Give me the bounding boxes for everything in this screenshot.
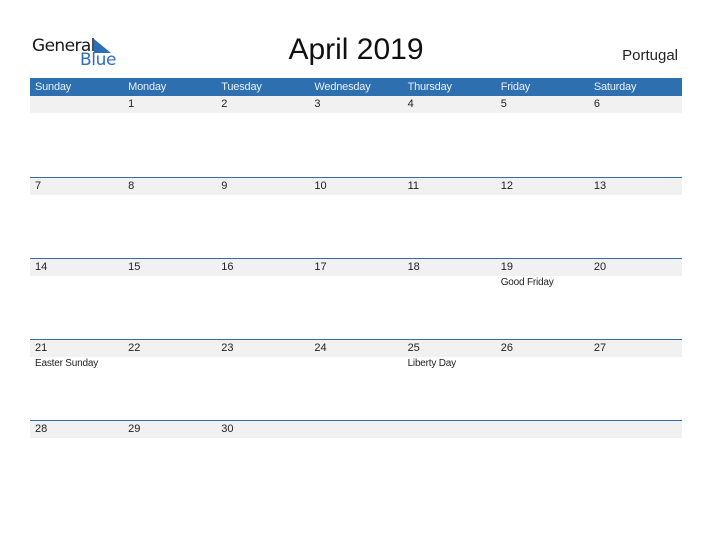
day-number: 11 — [407, 180, 419, 192]
holiday-label — [123, 276, 216, 290]
week-row: 1 2 3 4 5 6 — [30, 96, 682, 177]
holiday-label — [496, 357, 589, 371]
week-row: 7 8 9 10 11 12 13 — [30, 177, 682, 258]
event-band: Easter Sunday Liberty Day — [30, 357, 682, 371]
day-number: 21 — [35, 342, 48, 354]
day-number: 13 — [593, 180, 607, 192]
day-number: 2 — [221, 98, 228, 110]
week-row: 14 15 16 17 18 19 20 Good Friday — [30, 258, 682, 339]
date-band: 21 22 23 24 25 26 27 — [30, 340, 682, 357]
holiday-label — [123, 357, 216, 371]
day-number — [309, 421, 402, 438]
day-number: 18 — [407, 261, 420, 273]
week-row: 21 22 23 24 25 26 27 Easter Sunday Liberty Day — [30, 339, 682, 420]
day-number — [589, 421, 682, 438]
day-number: 4 — [407, 98, 414, 110]
country-label: Portugal — [622, 47, 678, 64]
day-number: 24 — [314, 342, 327, 354]
holiday-label — [589, 276, 682, 290]
weeks-container: 1 2 3 4 5 6 7 8 9 10 11 12 13 14 15 16 17 18 19 20 Good Frid… — [30, 96, 682, 501]
holiday-label — [589, 357, 682, 371]
day-number: 25 — [407, 342, 420, 354]
weekday-thursday: Thursday — [407, 81, 452, 93]
weekday-friday: Friday — [500, 81, 531, 93]
day-number: 28 — [35, 423, 48, 435]
week-row: 28 29 30 — [30, 420, 682, 501]
day-number: 27 — [593, 342, 607, 354]
weekday-sunday: Sunday — [35, 81, 72, 93]
day-number — [496, 421, 589, 438]
weekday-tuesday: Tuesday — [221, 81, 262, 93]
calendar-title: April 2019 — [288, 33, 424, 66]
day-number: 26 — [500, 342, 513, 354]
date-band: 14 15 16 17 18 19 20 — [30, 259, 682, 276]
holiday-label — [309, 276, 402, 290]
weekday-header: Sunday Monday Tuesday Wednesday Thursday… — [30, 78, 682, 96]
day-number: 29 — [128, 423, 141, 435]
day-number: 22 — [128, 342, 141, 354]
holiday-label — [403, 276, 496, 290]
day-number: 19 — [500, 261, 513, 273]
day-number: 17 — [314, 261, 327, 273]
day-number — [30, 96, 123, 113]
day-number: 20 — [593, 261, 607, 273]
day-number: 5 — [500, 98, 507, 110]
day-number: 1 — [128, 98, 135, 110]
day-number — [403, 421, 496, 438]
day-number: 8 — [128, 180, 135, 192]
date-band: 7 8 9 10 11 12 13 — [30, 178, 682, 195]
day-number: 15 — [128, 261, 141, 273]
holiday-label — [309, 357, 402, 371]
date-band: 28 29 30 — [30, 421, 682, 438]
day-number: 16 — [221, 261, 234, 273]
weekday-monday: Monday — [128, 81, 167, 93]
day-number: 6 — [593, 98, 600, 110]
day-number: 7 — [35, 180, 42, 192]
day-number: 23 — [221, 342, 234, 354]
holiday-label — [216, 357, 309, 371]
holiday-label — [216, 276, 309, 290]
holiday-label — [30, 276, 123, 290]
weekday-wednesday: Wednesday — [314, 81, 371, 93]
day-number: 14 — [35, 261, 48, 273]
date-band: 1 2 3 4 5 6 — [30, 96, 682, 113]
holiday-label: Easter Sunday — [35, 358, 98, 369]
day-number: 12 — [500, 180, 513, 192]
day-number: 3 — [314, 98, 321, 110]
holiday-label: Good Friday — [500, 277, 554, 288]
day-number: 9 — [221, 180, 228, 192]
event-band: Good Friday — [30, 276, 682, 290]
day-number: 10 — [314, 180, 327, 192]
day-number: 30 — [221, 423, 234, 435]
calendar-grid: Sunday Monday Tuesday Wednesday Thursday… — [30, 78, 682, 501]
weekday-saturday: Saturday — [593, 81, 637, 93]
holiday-label: Liberty Day — [407, 358, 457, 369]
